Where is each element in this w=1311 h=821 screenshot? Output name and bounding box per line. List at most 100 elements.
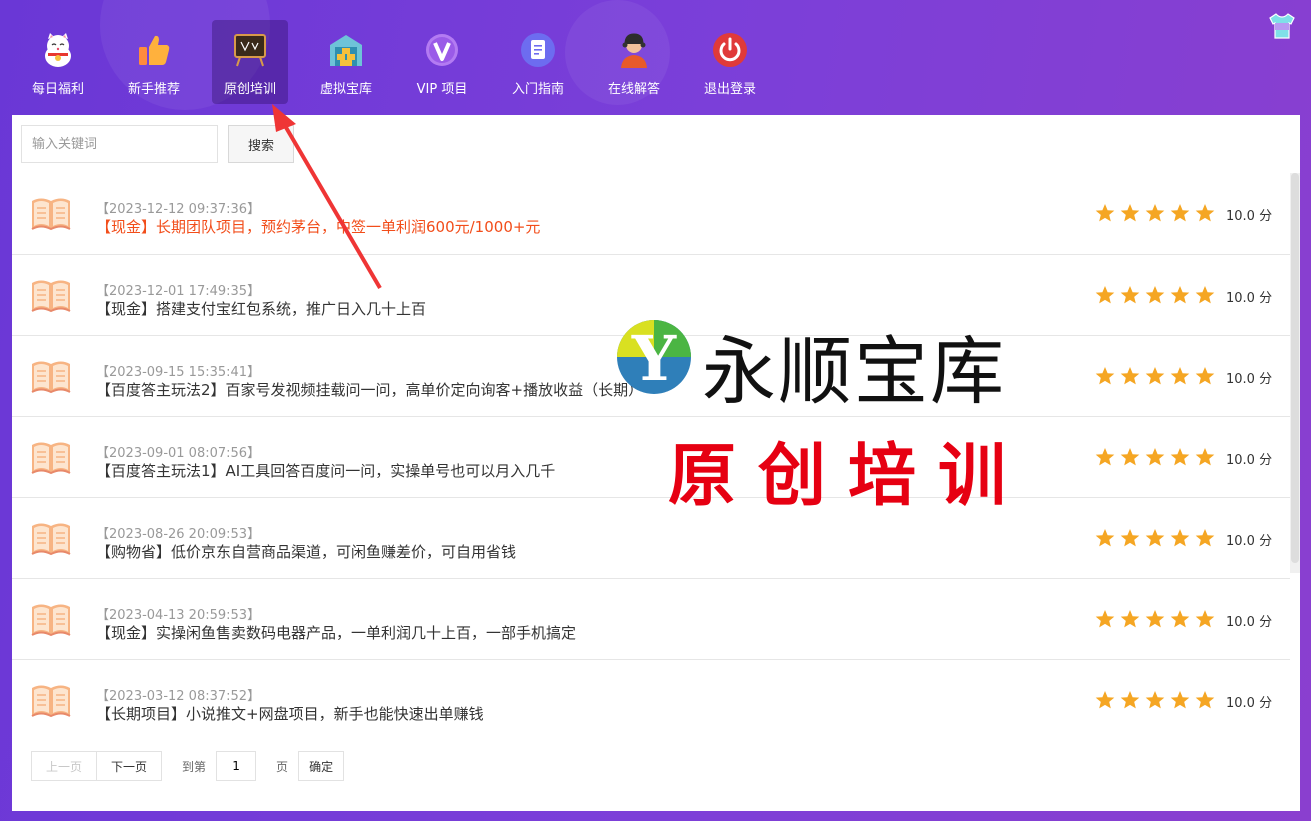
item-date: 【2023-12-12 09:37:36】	[96, 202, 261, 217]
star-icon	[1095, 366, 1115, 386]
star-icon	[1145, 285, 1165, 305]
rating-stars	[1095, 447, 1215, 467]
prev-page-button[interactable]: 上一页	[31, 751, 98, 781]
lucky-cat-icon	[40, 32, 76, 68]
nav-item-label: 在线解答	[607, 82, 660, 97]
star-icon	[1145, 203, 1165, 223]
nav-item-5[interactable]: 入门指南	[500, 20, 576, 104]
page-number-input[interactable]	[216, 751, 257, 781]
list-item[interactable]: 【2023-03-12 08:37:52】 【长期项目】小说推文+网盘项目，新手也…	[12, 659, 1290, 740]
book-icon	[30, 682, 72, 718]
item-date: 【2023-09-15 15:35:41】	[96, 365, 261, 380]
watermark-subtitle: 原创培训	[668, 437, 1029, 516]
nav-item-7[interactable]: 退出登录	[692, 20, 768, 104]
nav-item-4[interactable]: VIP 项目	[404, 20, 480, 104]
rating-stars	[1095, 366, 1215, 386]
star-icon	[1170, 366, 1190, 386]
star-icon	[1095, 609, 1115, 629]
search-input[interactable]	[21, 125, 218, 163]
star-icon	[1095, 203, 1115, 223]
item-date: 【2023-09-01 08:07:56】	[96, 446, 261, 461]
nav-item-label: VIP 项目	[416, 82, 468, 97]
list-item[interactable]: 【2023-09-01 08:07:56】 【百度答主玩法1】AI工具回答百度问一…	[12, 416, 1290, 497]
next-page-button[interactable]: 下一页	[97, 751, 163, 781]
pagination: 上一页 下一页 到第 页 确定	[31, 751, 345, 781]
nav-item-label: 退出登录	[703, 82, 756, 97]
star-icon	[1095, 285, 1115, 305]
list-item[interactable]: 【2023-04-13 20:59:53】 【现金】实操闲鱼售卖数码电器产品，一单…	[12, 578, 1290, 659]
star-icon	[1170, 609, 1190, 629]
star-icon	[1145, 528, 1165, 548]
star-icon	[1120, 447, 1140, 467]
book-icon	[30, 277, 72, 313]
nav-item-1[interactable]: 新手推荐	[116, 20, 192, 104]
nav-item-3[interactable]: 虚拟宝库	[308, 20, 384, 104]
star-icon	[1145, 609, 1165, 629]
star-icon	[1120, 203, 1140, 223]
nav-item-label: 原创培训	[223, 82, 276, 97]
star-icon	[1095, 690, 1115, 710]
nav-item-0[interactable]: 每日福利	[20, 20, 96, 104]
star-icon	[1095, 447, 1115, 467]
nav-item-label: 虚拟宝库	[319, 82, 372, 97]
scrollbar[interactable]	[1290, 173, 1300, 573]
rating-stars	[1095, 690, 1215, 710]
list-item[interactable]: 【2023-08-26 20:09:53】 【购物省】低价京东自营商品渠道，可闲鱼…	[12, 497, 1290, 578]
item-score: 10.0 分	[1226, 696, 1273, 711]
book-icon	[30, 358, 72, 394]
list-item[interactable]: 【2023-12-12 09:37:36】 【现金】长期团队项目，预约茅台，中签一…	[12, 173, 1290, 254]
rating-stars	[1095, 609, 1215, 629]
customer-service-icon	[616, 32, 652, 68]
item-title[interactable]: 【购物省】低价京东自营商品渠道，可闲鱼赚差价，可自用省钱	[96, 541, 516, 562]
item-score: 10.0 分	[1226, 615, 1273, 630]
item-title[interactable]: 【长期项目】小说推文+网盘项目，新手也能快速出单赚钱	[96, 703, 484, 724]
star-icon	[1170, 447, 1190, 467]
power-icon	[712, 32, 748, 68]
item-title[interactable]: 【百度答主玩法1】AI工具回答百度问一问，实操单号也可以月入几千	[96, 460, 555, 481]
top-nav: 每日福利 新手推荐 原创培训 虚拟宝库 VIP 项目 入门指南 在线解答 退出登录	[20, 20, 768, 104]
star-icon	[1195, 609, 1215, 629]
star-icon	[1195, 366, 1215, 386]
item-date: 【2023-03-12 08:37:52】	[96, 689, 261, 704]
star-icon	[1120, 285, 1140, 305]
confirm-page-button[interactable]: 确定	[298, 751, 345, 781]
search-button[interactable]: 搜索	[228, 125, 294, 163]
nav-item-2[interactable]: 原创培训	[212, 20, 288, 104]
star-icon	[1120, 609, 1140, 629]
content-panel: 搜索 【2023-12-12 09:37:36】【现金】长期团队项目，预约茅台，…	[12, 115, 1300, 811]
item-title[interactable]: 【现金】长期团队项目，预约茅台，中签一单利润600元/1000+元	[96, 216, 540, 237]
rating-stars	[1095, 528, 1215, 548]
goto-suffix: 页	[276, 759, 289, 774]
nav-item-label: 入门指南	[511, 82, 564, 97]
star-icon	[1195, 285, 1215, 305]
scrollbar-thumb[interactable]	[1291, 173, 1299, 563]
rating-stars	[1095, 285, 1215, 305]
rating-stars	[1095, 203, 1215, 223]
theme-shirt-icon[interactable]	[1267, 12, 1297, 40]
star-icon	[1120, 528, 1140, 548]
star-icon	[1195, 528, 1215, 548]
brand-logo-letter: Y	[631, 322, 677, 395]
blackboard-icon	[232, 32, 268, 68]
star-icon	[1145, 447, 1165, 467]
star-icon	[1120, 690, 1140, 710]
nav-item-label: 新手推荐	[127, 82, 180, 97]
item-date: 【2023-08-26 20:09:53】	[96, 527, 261, 542]
star-icon	[1195, 447, 1215, 467]
star-icon	[1170, 285, 1190, 305]
star-icon	[1195, 690, 1215, 710]
star-icon	[1120, 366, 1140, 386]
item-score: 10.0 分	[1226, 372, 1273, 387]
item-score: 10.0 分	[1226, 209, 1273, 224]
watermark-brand: 永顺宝库	[702, 329, 1006, 415]
item-title[interactable]: 【现金】搭建支付宝红包系统，推广日入几十上百	[96, 298, 426, 319]
brand-logo: Y	[617, 320, 691, 395]
thumbs-up-icon	[136, 32, 172, 68]
goto-prefix: 到第	[182, 759, 207, 774]
warehouse-icon	[328, 32, 364, 68]
star-icon	[1095, 528, 1115, 548]
item-title[interactable]: 【百度答主玩法2】百家号发视频挂载问一问，高单价定向询客+播放收益（长期）	[96, 379, 643, 400]
course-list: 【2023-12-12 09:37:36】 【现金】长期团队项目，预约茅台，中签一…	[12, 173, 1290, 740]
nav-item-6[interactable]: 在线解答	[596, 20, 672, 104]
item-title[interactable]: 【现金】实操闲鱼售卖数码电器产品，一单利润几十上百，一部手机搞定	[96, 622, 576, 643]
